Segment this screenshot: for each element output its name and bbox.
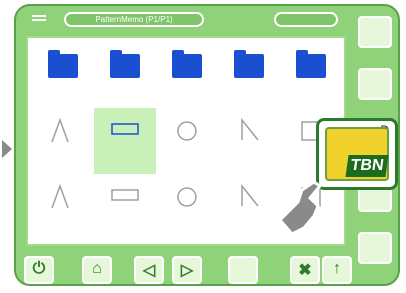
pattern-thumbnail: [232, 182, 266, 212]
folder-item[interactable]: [94, 42, 156, 108]
pattern-thumbnail: [108, 116, 142, 146]
pattern-item[interactable]: [94, 108, 156, 174]
home-icon: ⌂: [92, 260, 102, 277]
pattern-thumbnail: [232, 116, 266, 146]
menu-icon[interactable]: [32, 15, 46, 21]
pattern-item[interactable]: [156, 108, 218, 174]
stitch-sketch-icon: [51, 117, 69, 143]
top-action-button[interactable]: [358, 16, 392, 48]
folder-body-shape: [234, 54, 264, 78]
folder-body-shape: [172, 54, 202, 78]
pattern-item[interactable]: [156, 174, 218, 240]
next-page-icon: ▷: [180, 262, 194, 279]
pattern-thumbnail: [46, 182, 80, 212]
home-button[interactable]: ⌂: [82, 256, 112, 284]
pointing-hand-icon: [277, 180, 323, 236]
up-icon: ↑: [333, 260, 341, 277]
pattern-item[interactable]: [94, 174, 156, 240]
bottom-toolbar: ⏻ ⌂ ◁ ▷ ✖ ↑: [24, 256, 360, 284]
previous-page-icon: ◁: [142, 262, 156, 279]
folder-item[interactable]: [32, 42, 94, 108]
stitch-sketch-icon: [177, 187, 197, 207]
folder-icon: [170, 50, 204, 80]
stitch-sketch-icon: [111, 189, 139, 201]
pttn-button[interactable]: [358, 68, 392, 100]
pattern-thumbnail: [108, 182, 142, 212]
pattern-thumbnail: [170, 116, 204, 146]
folder-body-shape: [48, 54, 78, 78]
power-button[interactable]: ⏻: [24, 256, 54, 284]
page-title: PatternMemo (P1/P1): [64, 12, 204, 27]
next-page-button[interactable]: ▷: [172, 256, 202, 284]
header-bar: PatternMemo (P1/P1): [24, 12, 354, 28]
power-icon: ⏻: [32, 260, 46, 277]
folder-item[interactable]: [156, 42, 218, 108]
folder-icon: [232, 50, 266, 80]
stitch-sketch-icon: [51, 183, 69, 209]
folder-icon: [46, 50, 80, 80]
folder-body-shape: [110, 54, 140, 78]
pattern-thumbnail: [170, 182, 204, 212]
folder-item[interactable]: [218, 42, 280, 108]
folder-icon: [294, 50, 328, 80]
folder-item[interactable]: [280, 42, 342, 108]
folder-icon: [108, 50, 142, 80]
status-pill: [274, 12, 338, 27]
tbn-label: TBN: [345, 155, 389, 177]
tbn-button-enlarged[interactable]: TBN: [325, 127, 389, 181]
stitch-sketch-icon: [241, 117, 259, 141]
delete-button[interactable]: ✖: [290, 256, 320, 284]
stitch-sketch-icon: [241, 183, 259, 207]
delete-icon: ✖: [298, 262, 312, 279]
load-button[interactable]: [228, 256, 258, 284]
pattern-thumbnail: [46, 116, 80, 146]
stitch-sketch-icon: [111, 123, 139, 135]
folder-body-shape: [296, 54, 326, 78]
pattern-item[interactable]: [218, 108, 280, 174]
pattern-item[interactable]: [32, 108, 94, 174]
previous-page-button[interactable]: ◁: [134, 256, 164, 284]
flow-arrow-icon: [2, 140, 12, 158]
pattern-item[interactable]: [32, 174, 94, 240]
stitch-sketch-icon: [177, 121, 197, 141]
up-button[interactable]: ↑: [322, 256, 352, 284]
bottom-action-button[interactable]: [358, 232, 392, 264]
